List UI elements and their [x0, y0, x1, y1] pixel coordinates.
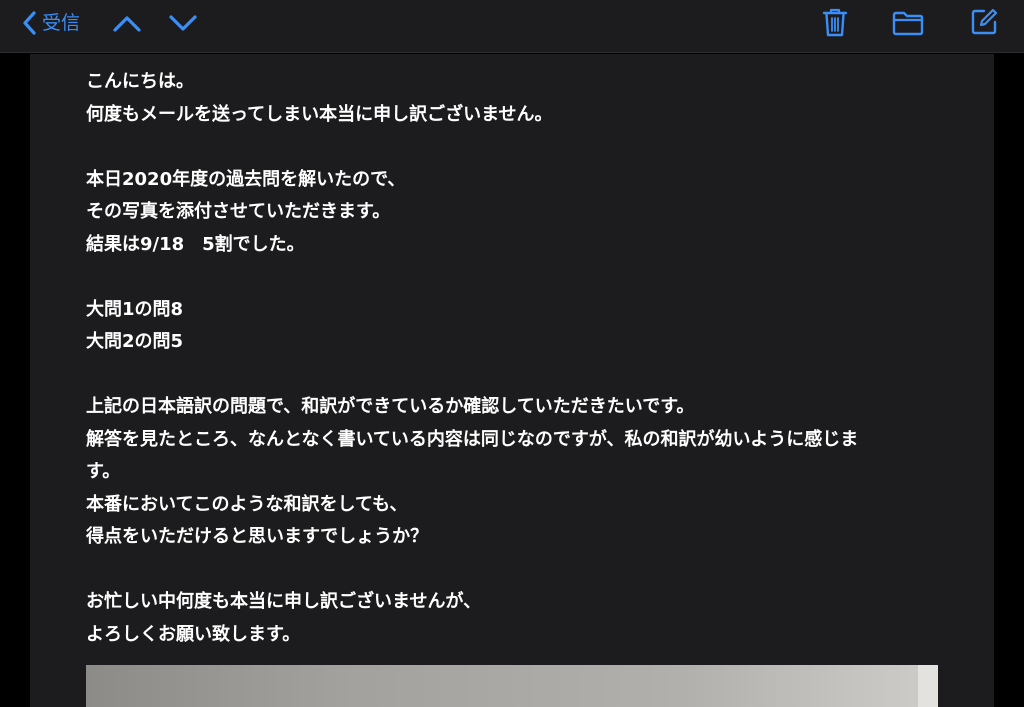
message-line: 本日2020年度の過去問を解いたので、 — [86, 168, 406, 190]
message-line: よろしくお願い致します。 — [86, 623, 301, 645]
message-line: その写真を添付させていただきます。 — [86, 201, 391, 222]
message-line: 本番においてこのような和訳をしても、 — [86, 493, 408, 515]
chevron-up-icon — [113, 16, 141, 32]
message-line — [86, 131, 946, 164]
next-message-button[interactable] — [168, 8, 198, 38]
message-line: 上記の日本語訳の問題で、和訳ができているか確認していただきたいです。 — [86, 396, 695, 417]
back-to-inbox-button[interactable]: 受信 — [22, 8, 80, 38]
attached-photo[interactable] — [86, 665, 938, 707]
delete-button[interactable] — [820, 5, 850, 39]
message-line: こんにちは。 — [86, 71, 194, 92]
message-line: す。 — [86, 461, 121, 482]
compose-icon — [971, 8, 998, 35]
message-line: 得点をいただけると思いますでしょうか？ — [86, 526, 429, 547]
message-line: 何度もメールを送ってしまい本当に申し訳ございません。 — [86, 103, 553, 125]
chevron-left-icon — [23, 11, 36, 35]
move-to-folder-button[interactable] — [890, 7, 926, 39]
message-line — [86, 359, 946, 392]
message-line: 大問2の問5 — [86, 331, 184, 352]
message-line — [86, 554, 946, 587]
message-line — [86, 261, 946, 294]
chevron-down-icon — [169, 15, 197, 31]
message-text: こんにちは。 何度もメールを送ってしまい本当に申し訳ございません。 本日2020… — [86, 66, 946, 651]
previous-message-button[interactable] — [112, 8, 142, 38]
folder-icon — [892, 11, 924, 36]
message-body: こんにちは。 何度もメールを送ってしまい本当に申し訳ございません。 本日2020… — [30, 54, 994, 707]
message-line: 大問1の問8 — [86, 298, 184, 320]
mail-toolbar: 受信 — [0, 0, 1024, 53]
trash-icon — [822, 8, 848, 37]
compose-button[interactable] — [968, 6, 1000, 38]
message-line: 解答を見たところ、なんとなく書いている内容は同じなのですが、私の和訳が幼いように… — [86, 428, 859, 450]
back-label: 受信 — [42, 12, 81, 34]
message-line: お忙しい中何度も本当に申し訳ございませんが、 — [86, 591, 482, 612]
photo-paper-edge — [918, 665, 938, 707]
message-line: 結果は9/18 5割でした。 — [86, 233, 305, 255]
